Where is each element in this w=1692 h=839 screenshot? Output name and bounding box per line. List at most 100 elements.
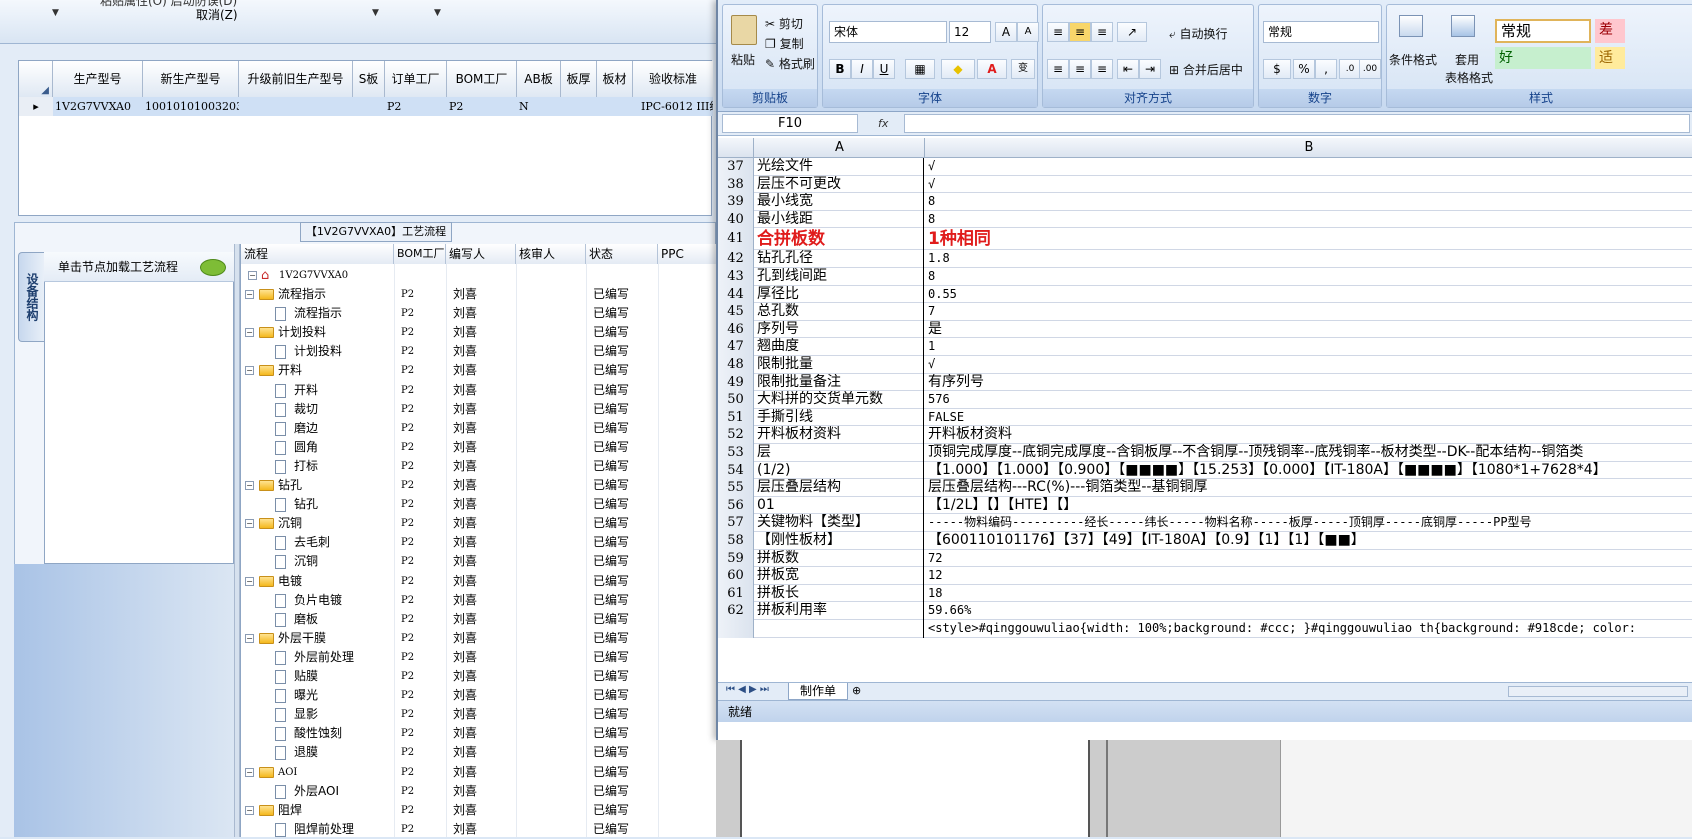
font-color-icon[interactable]: A xyxy=(977,59,1007,79)
cell-b[interactable]: -----物料编码----------经长-----纬长-----物料名称---… xyxy=(926,514,1692,532)
grid-header[interactable]: 新生产型号 xyxy=(143,61,239,97)
tree-row[interactable]: − 钻孔 P2 刘喜 已编写 xyxy=(241,476,717,495)
cell-a[interactable]: 拼板数 xyxy=(755,549,924,568)
merge-center-button[interactable]: ⊞ 合并后居中 xyxy=(1169,61,1243,78)
tree-row[interactable]: 显影 P2 刘喜 已编写 xyxy=(241,705,717,724)
cell-b[interactable]: 1 xyxy=(926,338,1692,356)
cell-a[interactable]: 总孔数 xyxy=(755,303,924,321)
row-number[interactable]: 59 xyxy=(718,549,754,568)
row-number[interactable]: 37 xyxy=(718,158,754,176)
grid-header[interactable]: 订单工厂 xyxy=(385,61,447,97)
cell-b[interactable]: 层压叠层结构---RC(%)---铜箔类型--基铜铜厚 xyxy=(926,479,1692,497)
bold-icon[interactable]: B xyxy=(829,59,851,79)
tree-row[interactable]: 钻孔 P2 刘喜 已编写 xyxy=(241,495,717,514)
cell-a[interactable]: 拼板利用率 xyxy=(755,602,924,620)
collapse-icon[interactable]: − xyxy=(245,519,254,529)
tree-row[interactable]: 磨板 P2 刘喜 已编写 xyxy=(241,610,717,629)
chevron-down-icon[interactable]: ▼ xyxy=(372,8,379,18)
cell-a[interactable]: 序列号 xyxy=(755,320,924,339)
tree-header[interactable]: 流程 xyxy=(241,244,394,264)
tree-root[interactable]: − ⌂ 1V2G7VVXA0 xyxy=(241,266,717,285)
row-number[interactable]: 48 xyxy=(718,356,754,374)
row-number[interactable]: 42 xyxy=(718,250,754,268)
cell-a[interactable]: 【刚性板材】 xyxy=(755,532,924,550)
row-number[interactable]: 41 xyxy=(718,228,754,251)
copy-button[interactable]: ❐ 复制 xyxy=(765,35,804,52)
tree-row[interactable]: 负片电镀 P2 刘喜 已编写 xyxy=(241,591,717,610)
increase-indent-icon[interactable]: ⇥ xyxy=(1139,59,1161,79)
cell-a[interactable]: 拼板长 xyxy=(755,584,924,603)
cell-b[interactable]: <style>#qinggouwuliao{width: 100%;backgr… xyxy=(926,620,1692,638)
format-painter-button[interactable]: ✎ 格式刷 xyxy=(765,55,815,72)
cell-a[interactable]: (1/2) xyxy=(755,461,924,480)
row-number[interactable]: 52 xyxy=(718,426,754,444)
cell-b[interactable]: FALSE xyxy=(926,409,1692,427)
border-icon[interactable]: ▦ xyxy=(905,59,935,79)
tree-row[interactable]: 圆角 P2 刘喜 已编写 xyxy=(241,438,717,457)
cell-a[interactable]: 最小线距 xyxy=(755,210,924,229)
cell-b[interactable]: 12 xyxy=(926,567,1692,585)
row-number[interactable]: 53 xyxy=(718,444,754,462)
cell-b[interactable]: √ xyxy=(926,176,1692,194)
shrink-font-icon[interactable]: A xyxy=(1017,22,1039,42)
grid-header[interactable]: 生产型号 xyxy=(53,61,143,97)
row-number[interactable]: 49 xyxy=(718,373,754,392)
tree-row[interactable]: 曝光 P2 刘喜 已编写 xyxy=(241,686,717,705)
row-number[interactable]: 56 xyxy=(718,496,754,515)
cell-b[interactable]: 8 xyxy=(926,193,1692,211)
tree-row[interactable]: 外层AOI P2 刘喜 已编写 xyxy=(241,782,717,801)
currency-icon[interactable]: $ xyxy=(1263,59,1291,79)
cell-b[interactable]: 59.66% xyxy=(926,602,1692,620)
select-all-corner[interactable] xyxy=(718,138,754,158)
align-top-icon[interactable]: ≡ xyxy=(1047,22,1069,42)
column-header-b[interactable]: B xyxy=(926,138,1692,158)
align-right-icon[interactable]: ≡ xyxy=(1091,59,1113,79)
cell-a[interactable]: 光绘文件 xyxy=(755,158,924,176)
cell-a[interactable]: 关键物料【类型】 xyxy=(755,514,924,532)
grid-header[interactable]: 板材 xyxy=(597,61,633,97)
cell-b[interactable]: 开料板材资料 xyxy=(926,426,1692,444)
cell-b[interactable]: 7 xyxy=(926,303,1692,321)
row-number[interactable] xyxy=(718,620,754,638)
font-name-select[interactable]: 宋体 xyxy=(829,21,947,43)
fill-color-icon[interactable]: ◆ xyxy=(941,59,975,79)
sheet-tab[interactable]: 制作单 xyxy=(788,683,848,700)
row-number[interactable]: 47 xyxy=(718,338,754,356)
cell-a[interactable]: 限制批量备注 xyxy=(755,373,924,392)
tree-header[interactable]: 核审人 xyxy=(516,244,586,264)
table-format-button-1[interactable]: 套用 xyxy=(1455,51,1479,68)
collapse-icon[interactable]: − xyxy=(248,271,257,280)
tree-row[interactable]: 酸性蚀刻 P2 刘喜 已编写 xyxy=(241,724,717,743)
cell-a[interactable]: 孔到线间距 xyxy=(755,268,924,286)
cell-b[interactable]: 顶铜完成厚度--底铜完成厚度--含铜板厚--不含铜厚--顶残铜率--底残铜率--… xyxy=(926,444,1692,462)
tree-row[interactable]: − 流程指示 P2 刘喜 已编写 xyxy=(241,285,717,304)
cell-b[interactable]: 1种相同 xyxy=(926,228,1692,250)
increase-decimal-icon[interactable]: .0 xyxy=(1339,59,1361,79)
style-normal[interactable]: 常规 xyxy=(1495,19,1591,43)
cell-a[interactable]: 限制批量 xyxy=(755,356,924,374)
collapse-icon[interactable]: − xyxy=(245,481,254,490)
cell-b[interactable]: 【1/2L】【】【HTE】【】 xyxy=(926,497,1692,515)
cell-b[interactable]: 18 xyxy=(926,585,1692,603)
decrease-indent-icon[interactable]: ⇤ xyxy=(1117,59,1139,79)
cell-a[interactable]: 钻孔孔径 xyxy=(755,250,924,268)
style-neutral[interactable]: 适 xyxy=(1595,47,1625,69)
collapse-icon[interactable]: − xyxy=(245,805,254,815)
grid-header[interactable]: 升级前旧生产型号 xyxy=(239,61,353,97)
row-number[interactable]: 51 xyxy=(718,408,754,427)
cancel-button[interactable]: 取消(Z) xyxy=(196,6,238,23)
cut-button[interactable]: ✂ 剪切 xyxy=(765,15,803,32)
paste-icon[interactable] xyxy=(731,15,757,45)
cell-b[interactable]: 是 xyxy=(926,321,1692,339)
decrease-decimal-icon[interactable]: .00 xyxy=(1359,59,1381,79)
table-format-button-2[interactable]: 表格格式 xyxy=(1445,69,1493,86)
row-number[interactable]: 43 xyxy=(718,268,754,286)
cell-a[interactable]: 合拼板数 xyxy=(755,228,924,251)
cell-a[interactable]: 拼板宽 xyxy=(755,567,924,585)
cell-b[interactable]: 72 xyxy=(926,550,1692,568)
tab-equipment-structure[interactable]: 设备结构 xyxy=(18,252,44,342)
style-bad[interactable]: 差 xyxy=(1595,19,1625,43)
row-number[interactable]: 46 xyxy=(718,320,754,339)
row-number[interactable]: 58 xyxy=(718,532,754,550)
row-number[interactable]: 38 xyxy=(718,175,754,194)
